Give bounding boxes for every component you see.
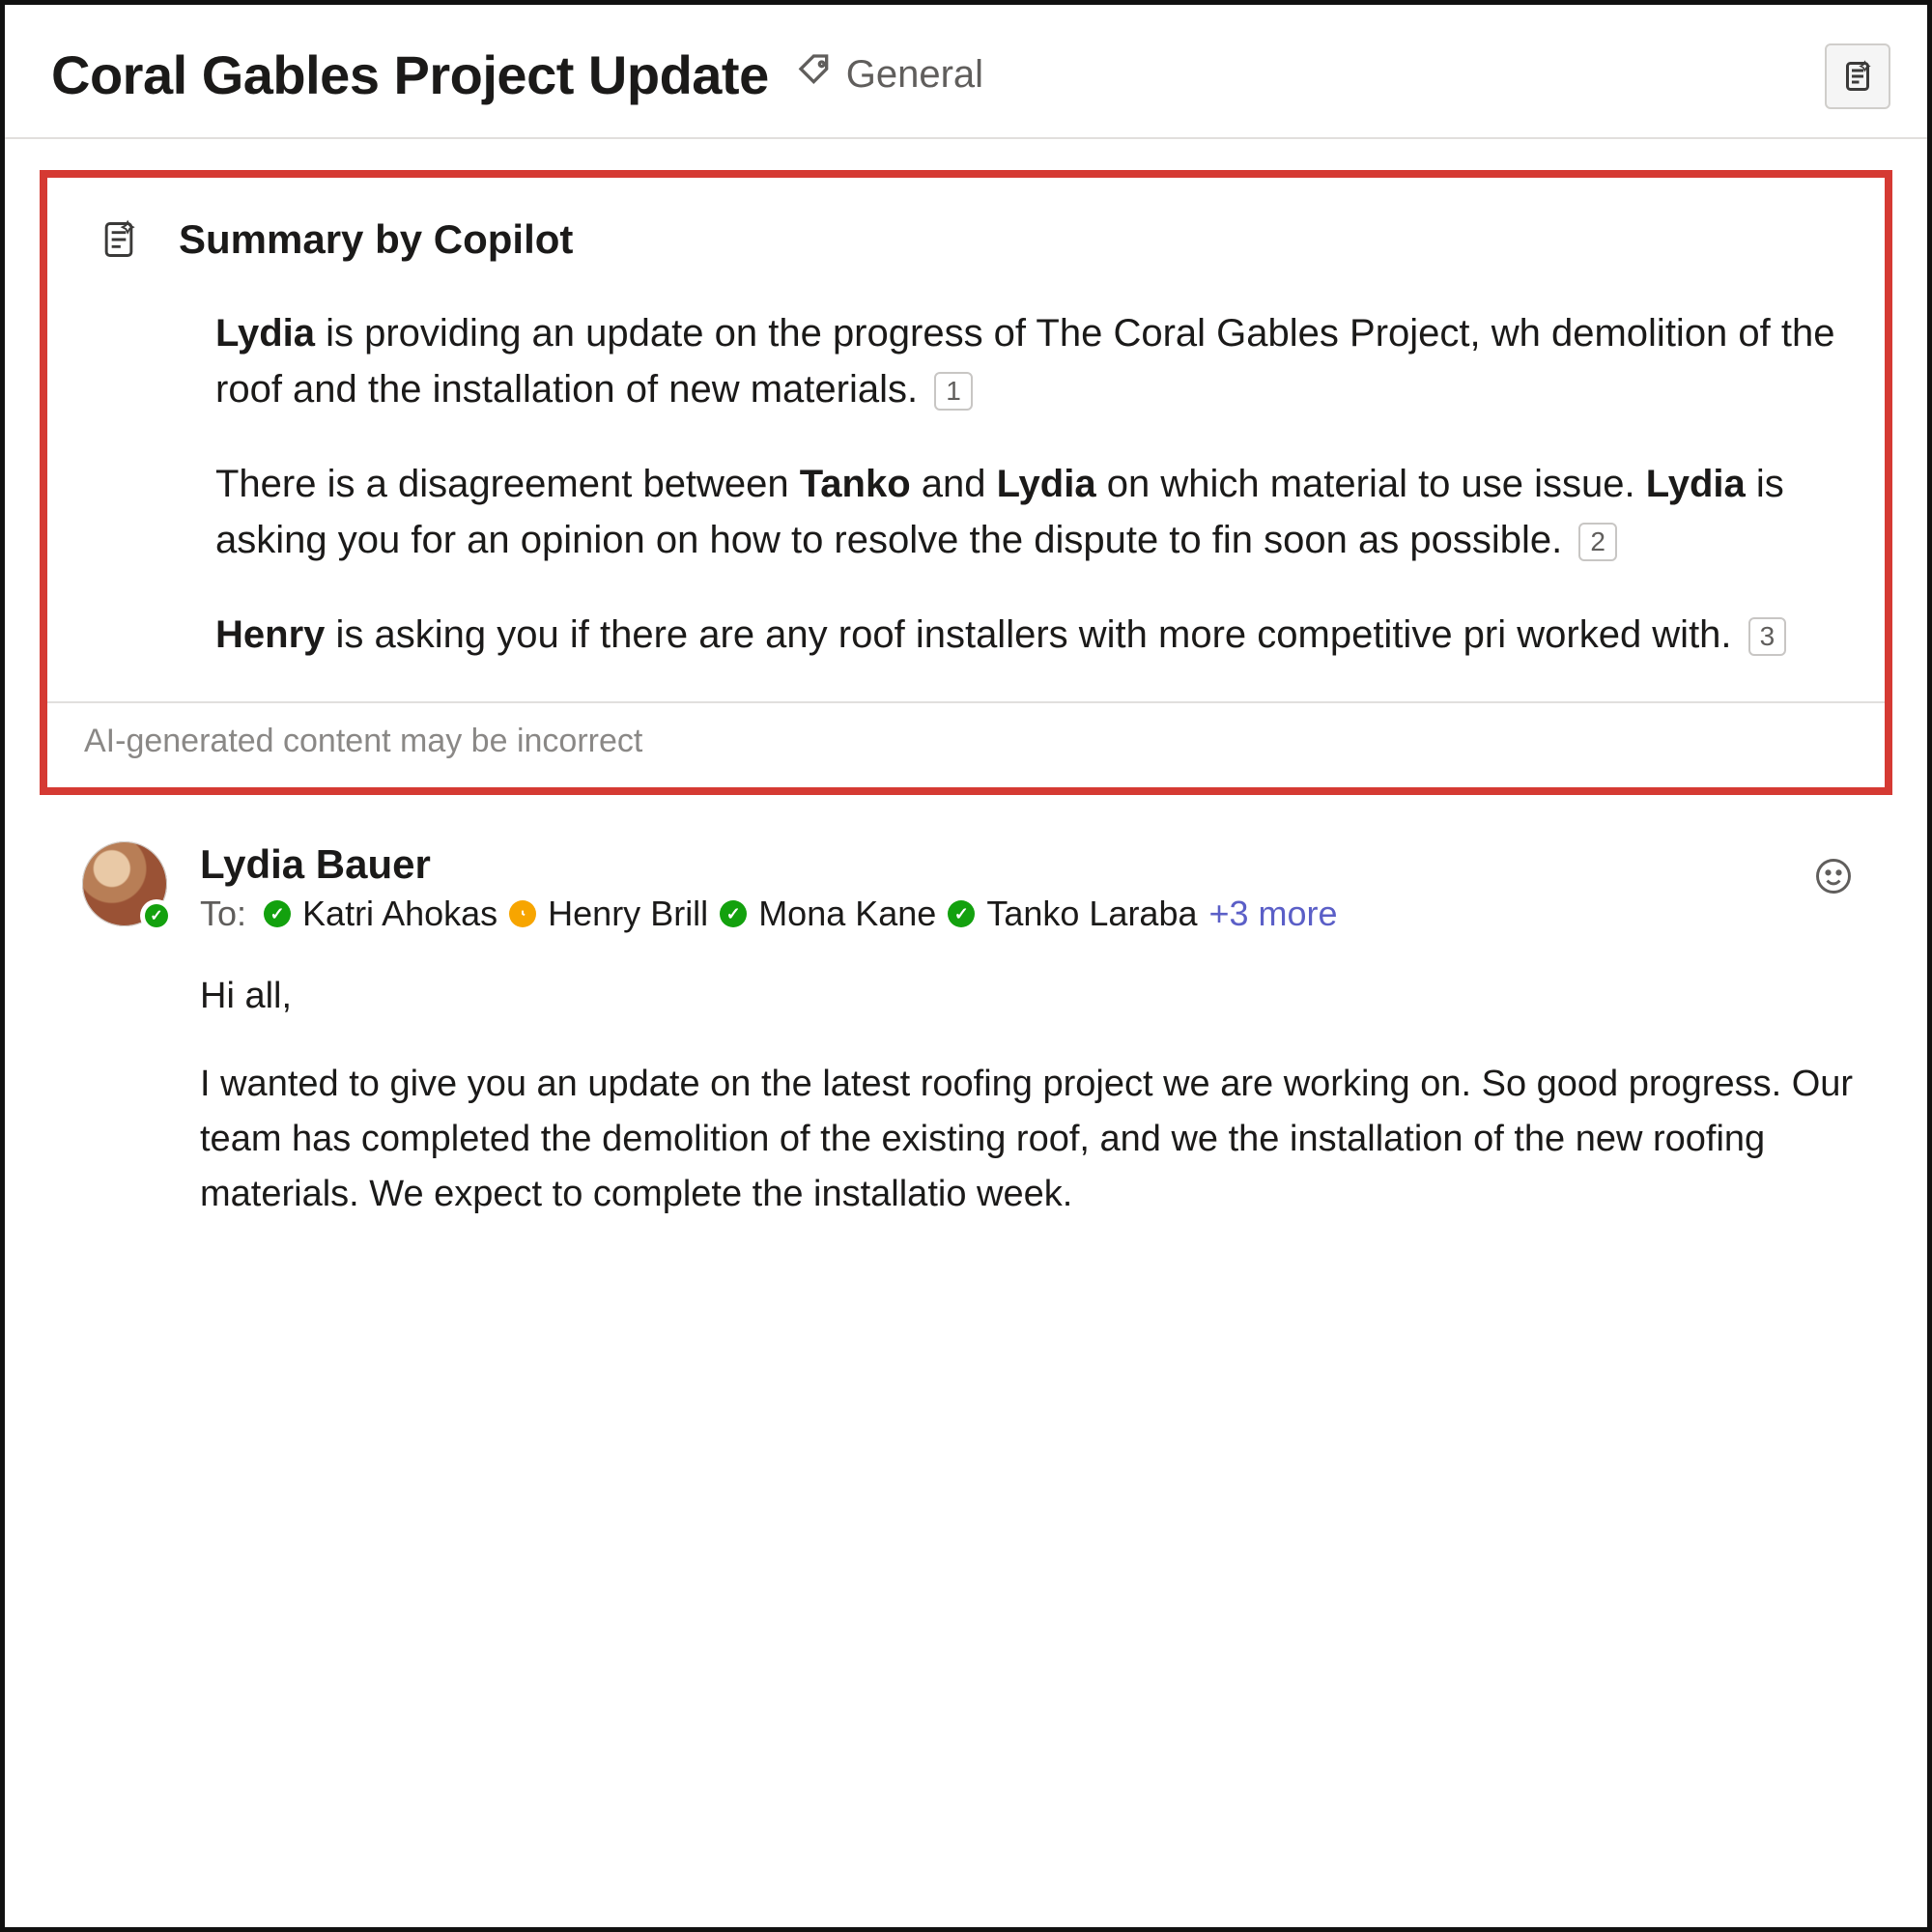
copilot-summary-icon bbox=[98, 218, 140, 261]
summary-paragraph: Henry is asking you if there are any roo… bbox=[215, 607, 1842, 663]
person-mention: Tanko bbox=[800, 463, 911, 505]
person-mention: Lydia bbox=[997, 463, 1096, 505]
citation-2[interactable]: 2 bbox=[1578, 523, 1617, 561]
summary-paragraph: There is a disagreement between Tanko an… bbox=[215, 456, 1842, 568]
recipients-line: To: Katri Ahokas Henry Brill Mona Kane T… bbox=[200, 894, 1869, 934]
person-mention: Henry bbox=[215, 613, 325, 656]
tag-icon bbox=[796, 51, 835, 99]
presence-badge-available bbox=[140, 899, 173, 932]
presence-icon bbox=[509, 900, 536, 927]
email-reading-pane: Coral Gables Project Update General Summ… bbox=[0, 0, 1932, 1932]
summary-title: Summary by Copilot bbox=[179, 216, 573, 263]
citation-3[interactable]: 3 bbox=[1748, 617, 1787, 656]
summary-body: Lydia is providing an update on the prog… bbox=[215, 305, 1842, 663]
category-chip[interactable]: General bbox=[796, 51, 983, 99]
summary-text: and bbox=[911, 463, 997, 505]
subject-title: Coral Gables Project Update bbox=[51, 43, 769, 106]
copilot-summary-card: Summary by Copilot Lydia is providing an… bbox=[40, 170, 1892, 795]
message-header: Coral Gables Project Update General bbox=[5, 5, 1927, 139]
summary-text: is providing an update on the progress o… bbox=[215, 312, 1835, 411]
summary-text: is asking you if there are any roof inst… bbox=[325, 613, 1731, 656]
presence-icon bbox=[264, 900, 291, 927]
recipient[interactable]: Mona Kane bbox=[758, 894, 936, 934]
recipient[interactable]: Tanko Laraba bbox=[986, 894, 1197, 934]
react-button[interactable] bbox=[1807, 851, 1860, 903]
presence-icon bbox=[948, 900, 975, 927]
presence-icon bbox=[720, 900, 747, 927]
category-label: General bbox=[846, 53, 983, 97]
citation-1[interactable]: 1 bbox=[934, 372, 973, 411]
to-label: To: bbox=[200, 894, 246, 934]
body-paragraph: I wanted to give you an update on the la… bbox=[200, 1057, 1869, 1222]
summarize-button[interactable] bbox=[1825, 43, 1890, 109]
ai-disclaimer: AI-generated content may be incorrect bbox=[84, 723, 1842, 760]
summary-divider bbox=[47, 701, 1885, 703]
email-message: Lydia Bauer To: Katri Ahokas Henry Brill… bbox=[5, 795, 1927, 1222]
person-mention: Lydia bbox=[215, 312, 315, 355]
summary-paragraph: Lydia is providing an update on the prog… bbox=[215, 305, 1842, 417]
summary-text: on which material to use issue. bbox=[1096, 463, 1646, 505]
sender-name[interactable]: Lydia Bauer bbox=[200, 841, 1869, 888]
more-recipients-link[interactable]: +3 more bbox=[1209, 894, 1338, 934]
sender-avatar[interactable] bbox=[82, 841, 167, 926]
message-body: Hi all, I wanted to give you an update o… bbox=[200, 969, 1869, 1222]
summary-header: Summary by Copilot bbox=[90, 216, 1842, 263]
recipient[interactable]: Katri Ahokas bbox=[302, 894, 497, 934]
body-paragraph: Hi all, bbox=[200, 969, 1869, 1024]
recipient[interactable]: Henry Brill bbox=[548, 894, 708, 934]
summary-text: There is a disagreement between bbox=[215, 463, 800, 505]
message-header-row: Lydia Bauer To: Katri Ahokas Henry Brill… bbox=[82, 841, 1869, 934]
person-mention: Lydia bbox=[1646, 463, 1746, 505]
